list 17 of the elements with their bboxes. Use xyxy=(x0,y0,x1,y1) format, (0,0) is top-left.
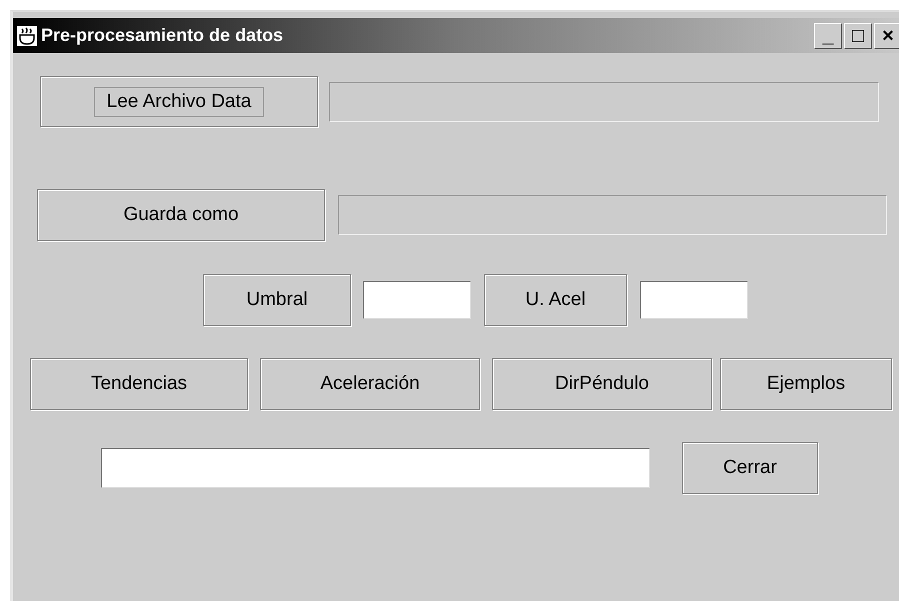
text-field[interactable] xyxy=(101,448,650,488)
button[interactable]: Tendencias xyxy=(30,358,248,410)
text-field[interactable] xyxy=(363,281,471,319)
close-button[interactable]: × xyxy=(874,22,899,48)
button[interactable]: Umbral xyxy=(203,274,351,326)
app-icon xyxy=(16,24,38,46)
button[interactable]: Ejemplos xyxy=(720,358,892,410)
window-title: Pre-procesamiento de datos xyxy=(41,25,284,46)
button[interactable]: Lee Archivo Data xyxy=(40,76,318,127)
button[interactable]: Guarda como xyxy=(37,189,325,241)
button[interactable]: DirPéndulo xyxy=(492,358,712,410)
maximize-button[interactable]: □ xyxy=(844,22,872,48)
minimize-button[interactable]: _ xyxy=(814,22,842,48)
button[interactable]: Cerrar xyxy=(682,442,818,494)
text-field[interactable] xyxy=(640,281,748,319)
button[interactable]: Aceleración xyxy=(260,358,480,410)
button[interactable]: U. Acel xyxy=(484,274,627,326)
